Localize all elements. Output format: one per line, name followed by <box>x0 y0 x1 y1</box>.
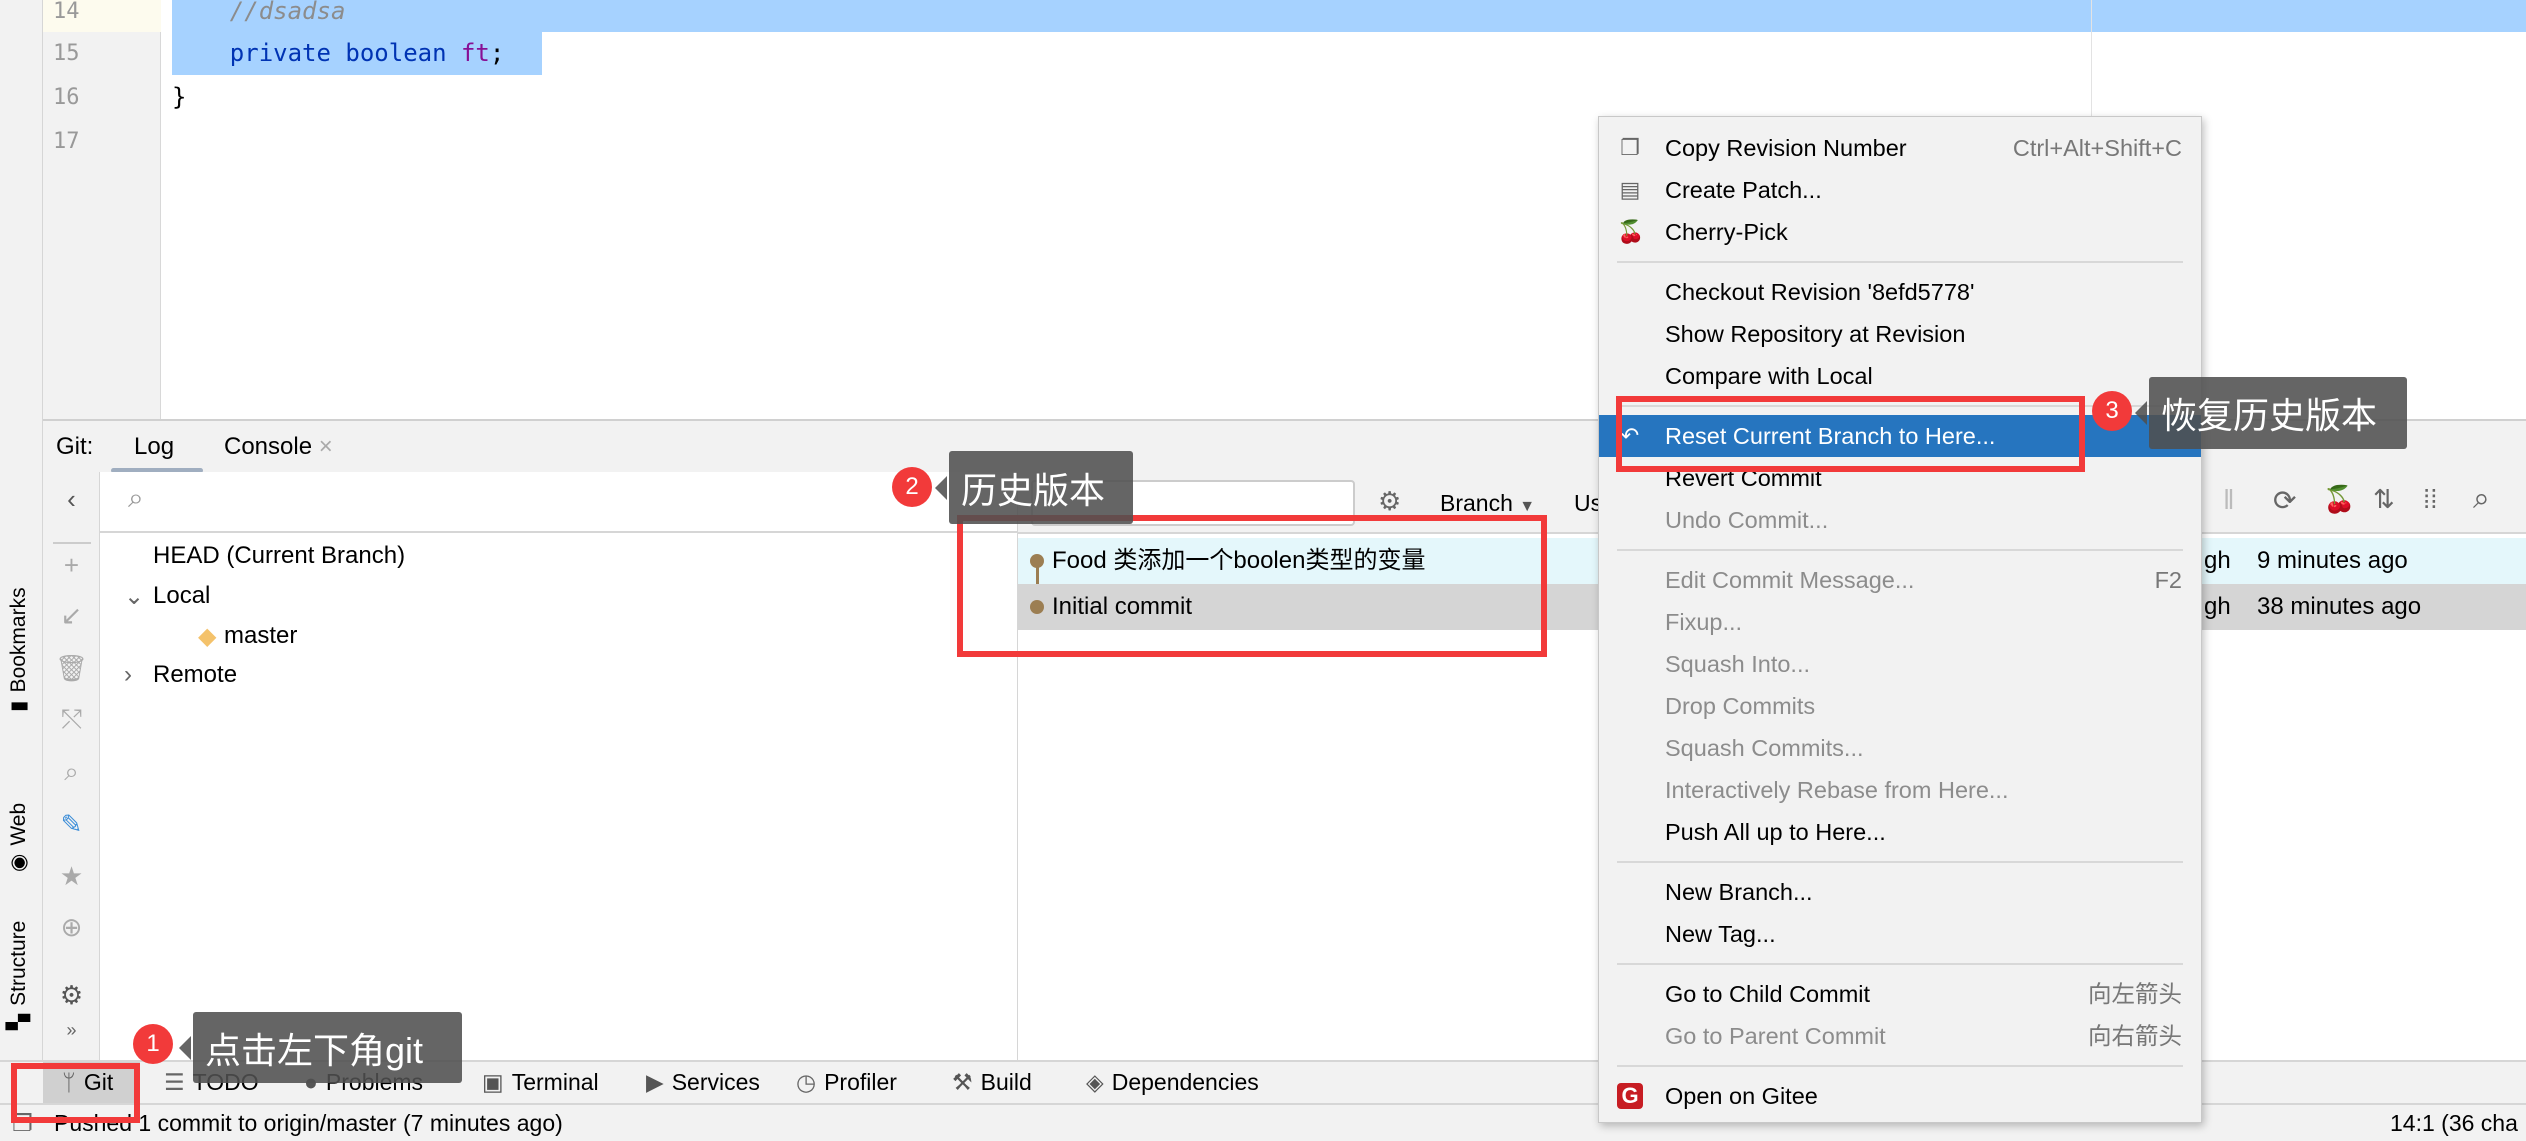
more-icon[interactable]: » <box>43 1020 100 1041</box>
annotation-badge-2: 2 <box>892 467 932 507</box>
tag-icon: ◆ <box>198 623 217 650</box>
tab-log[interactable]: Log <box>134 433 174 461</box>
menu-separator <box>1617 1065 2183 1067</box>
menu-item-squash-commits: Squash Commits... <box>1665 735 1864 761</box>
menu-item-undo-commit: Undo Commit... <box>1665 507 1829 533</box>
tab-console[interactable]: Console × <box>224 433 333 461</box>
search-icon[interactable]: ⌕ <box>43 756 100 788</box>
star-icon[interactable]: ★ <box>43 861 100 892</box>
annotation-callout-1: 点击左下角git <box>179 1012 462 1083</box>
menu-separator <box>1617 861 2183 863</box>
refresh-icon[interactable]: ⟳ <box>2273 484 2296 517</box>
structure-tab[interactable]: ▚ Structure <box>6 921 31 1030</box>
branch-master[interactable]: master <box>224 622 297 650</box>
cherry-pick-icon[interactable]: 🍒 <box>2323 484 2355 515</box>
code-line: } <box>172 83 187 111</box>
caret-position[interactable]: 14:1 (36 cha <box>2390 1105 2518 1141</box>
line-number: 14 <box>53 0 80 24</box>
annotation-box-3 <box>1616 396 2085 472</box>
branch-head[interactable]: HEAD (Current Branch) <box>153 542 405 570</box>
code-line: //dsadsa <box>172 0 346 25</box>
left-tool-stripe: ▮ Bookmarks ◉ Web ▚ Structure <box>0 0 43 1103</box>
menu-separator <box>1617 549 2183 551</box>
tool-terminal[interactable]: ▣ Terminal <box>482 1062 599 1103</box>
menu-item-drop-commits: Drop Commits <box>1665 693 1816 719</box>
tool-build[interactable]: ⚒ Build <box>952 1062 1032 1103</box>
menu-item-checkout-revision-8efd5778[interactable]: Checkout Revision '8efd5778' <box>1599 271 2201 313</box>
menu-item-go-to-parent-commit: Go to Parent Commit 向右箭头 <box>1665 1023 2182 1049</box>
context-menu: ❐ Copy Revision Number Ctrl+Alt+Shift+C ▤ Cr… <box>1598 116 2202 1123</box>
menu-separator <box>1617 963 2183 965</box>
structure-icon: ▚ <box>7 1013 30 1030</box>
menu-item-fixup: Fixup... <box>1665 609 1743 635</box>
edit-icon[interactable]: ✎ <box>43 809 100 840</box>
branch-group-local[interactable]: Local <box>153 582 210 610</box>
copy-icon: ❐ <box>1620 135 1640 160</box>
bookmark-icon: ▮ <box>7 700 30 712</box>
annotation-box-1 <box>11 1063 140 1123</box>
menu-item-open-on-gitee[interactable]: G Open on Gitee <box>1599 1075 2201 1117</box>
gear-icon[interactable]: ⚙ <box>43 980 100 1011</box>
patch-icon: ▤ <box>1619 177 1641 202</box>
branch-search-input[interactable]: ⌕ <box>100 472 1018 533</box>
menu-item-new-branch[interactable]: New Branch... <box>1599 871 2201 913</box>
git-window-title: Git: <box>56 433 94 460</box>
trash-icon[interactable]: 🗑 <box>43 653 100 684</box>
collapse-chevron-icon[interactable]: ‹ <box>43 484 100 515</box>
sort-icon[interactable]: ⇅ <box>2373 484 2395 515</box>
line-number: 16 <box>53 85 80 110</box>
menu-item-copy-revision-number[interactable]: ❐ Copy Revision Number Ctrl+Alt+Shift+C <box>1599 127 2201 169</box>
branch-filter[interactable]: Branch ▼ <box>1440 490 1535 517</box>
selection <box>172 0 2526 32</box>
branches-panel: ⌕ HEAD (Current Branch) ⌄ Local ◆ master… <box>100 472 1018 1060</box>
annotation-badge-3: 3 <box>2092 391 2132 431</box>
line-number: 17 <box>53 129 80 154</box>
annotation-callout-3: 恢复历史版本 <box>2135 377 2407 449</box>
globe-icon: ◉ <box>7 853 30 872</box>
git-side-toolbar: ‹ + ↙ 🗑 ⤲ ⌕ ✎ ★ ⊕ ⚙ » <box>43 472 100 1060</box>
annotation-badge-1: 1 <box>133 1024 173 1064</box>
plus-icon[interactable]: + <box>43 550 100 581</box>
branch-group-remote[interactable]: Remote <box>153 661 237 689</box>
target-icon[interactable]: ⊕ <box>43 912 100 943</box>
bookmarks-tab[interactable]: ▮ Bookmarks <box>6 587 31 712</box>
search-icon[interactable]: ⌕ <box>2473 482 2490 516</box>
cherry-icon: 🍒 <box>1617 219 1645 244</box>
arrow-down-left-icon[interactable]: ↙ <box>43 600 100 631</box>
annotation-box-2 <box>957 515 1547 657</box>
chevron-down-icon[interactable]: ⌄ <box>124 582 144 611</box>
tool-profiler[interactable]: ◷ Profiler <box>796 1062 897 1103</box>
line-gutter: 14 15 16 17 <box>43 0 161 419</box>
merge-icon[interactable]: ⤲ <box>43 704 100 736</box>
pause-icon[interactable]: ‖ <box>2223 484 2235 516</box>
tool-services[interactable]: ▶ Services <box>646 1062 760 1103</box>
menu-item-show-repository-at-revision[interactable]: Show Repository at Revision <box>1599 313 2201 355</box>
grid-options-icon[interactable]: ⁞⁞ <box>2423 484 2437 515</box>
menu-item-create-patch[interactable]: ▤ Create Patch... <box>1599 169 2201 211</box>
menu-item-new-tag[interactable]: New Tag... <box>1599 913 2201 955</box>
line-number: 15 <box>53 41 80 66</box>
menu-item-interactively-rebase-from-here: Interactively Rebase from Here... <box>1665 777 2009 803</box>
gear-icon[interactable]: ⚙ <box>1378 486 1401 517</box>
annotation-callout-2: 历史版本 <box>935 451 1133 524</box>
gitee-icon: G <box>1617 1083 1643 1109</box>
menu-separator <box>1617 261 2183 263</box>
menu-item-push-all-up-to-here[interactable]: Push All up to Here... <box>1599 811 2201 853</box>
close-icon[interactable]: × <box>319 433 333 460</box>
menu-item-go-to-child-commit[interactable]: Go to Child Commit 向左箭头 <box>1599 973 2201 1015</box>
menu-item-edit-commit-message: Edit Commit Message... F2 <box>1665 567 2182 593</box>
chevron-right-icon[interactable]: › <box>124 661 132 689</box>
tool-dependencies[interactable]: ◈ Dependencies <box>1086 1062 1259 1103</box>
code-line: private boolean ft; <box>172 39 505 67</box>
search-icon: ⌕ <box>128 482 144 513</box>
menu-item-cherry-pick[interactable]: 🍒 Cherry-Pick <box>1599 211 2201 253</box>
web-tab[interactable]: ◉ Web <box>6 803 31 872</box>
menu-item-squash-into: Squash Into... <box>1665 651 1811 677</box>
